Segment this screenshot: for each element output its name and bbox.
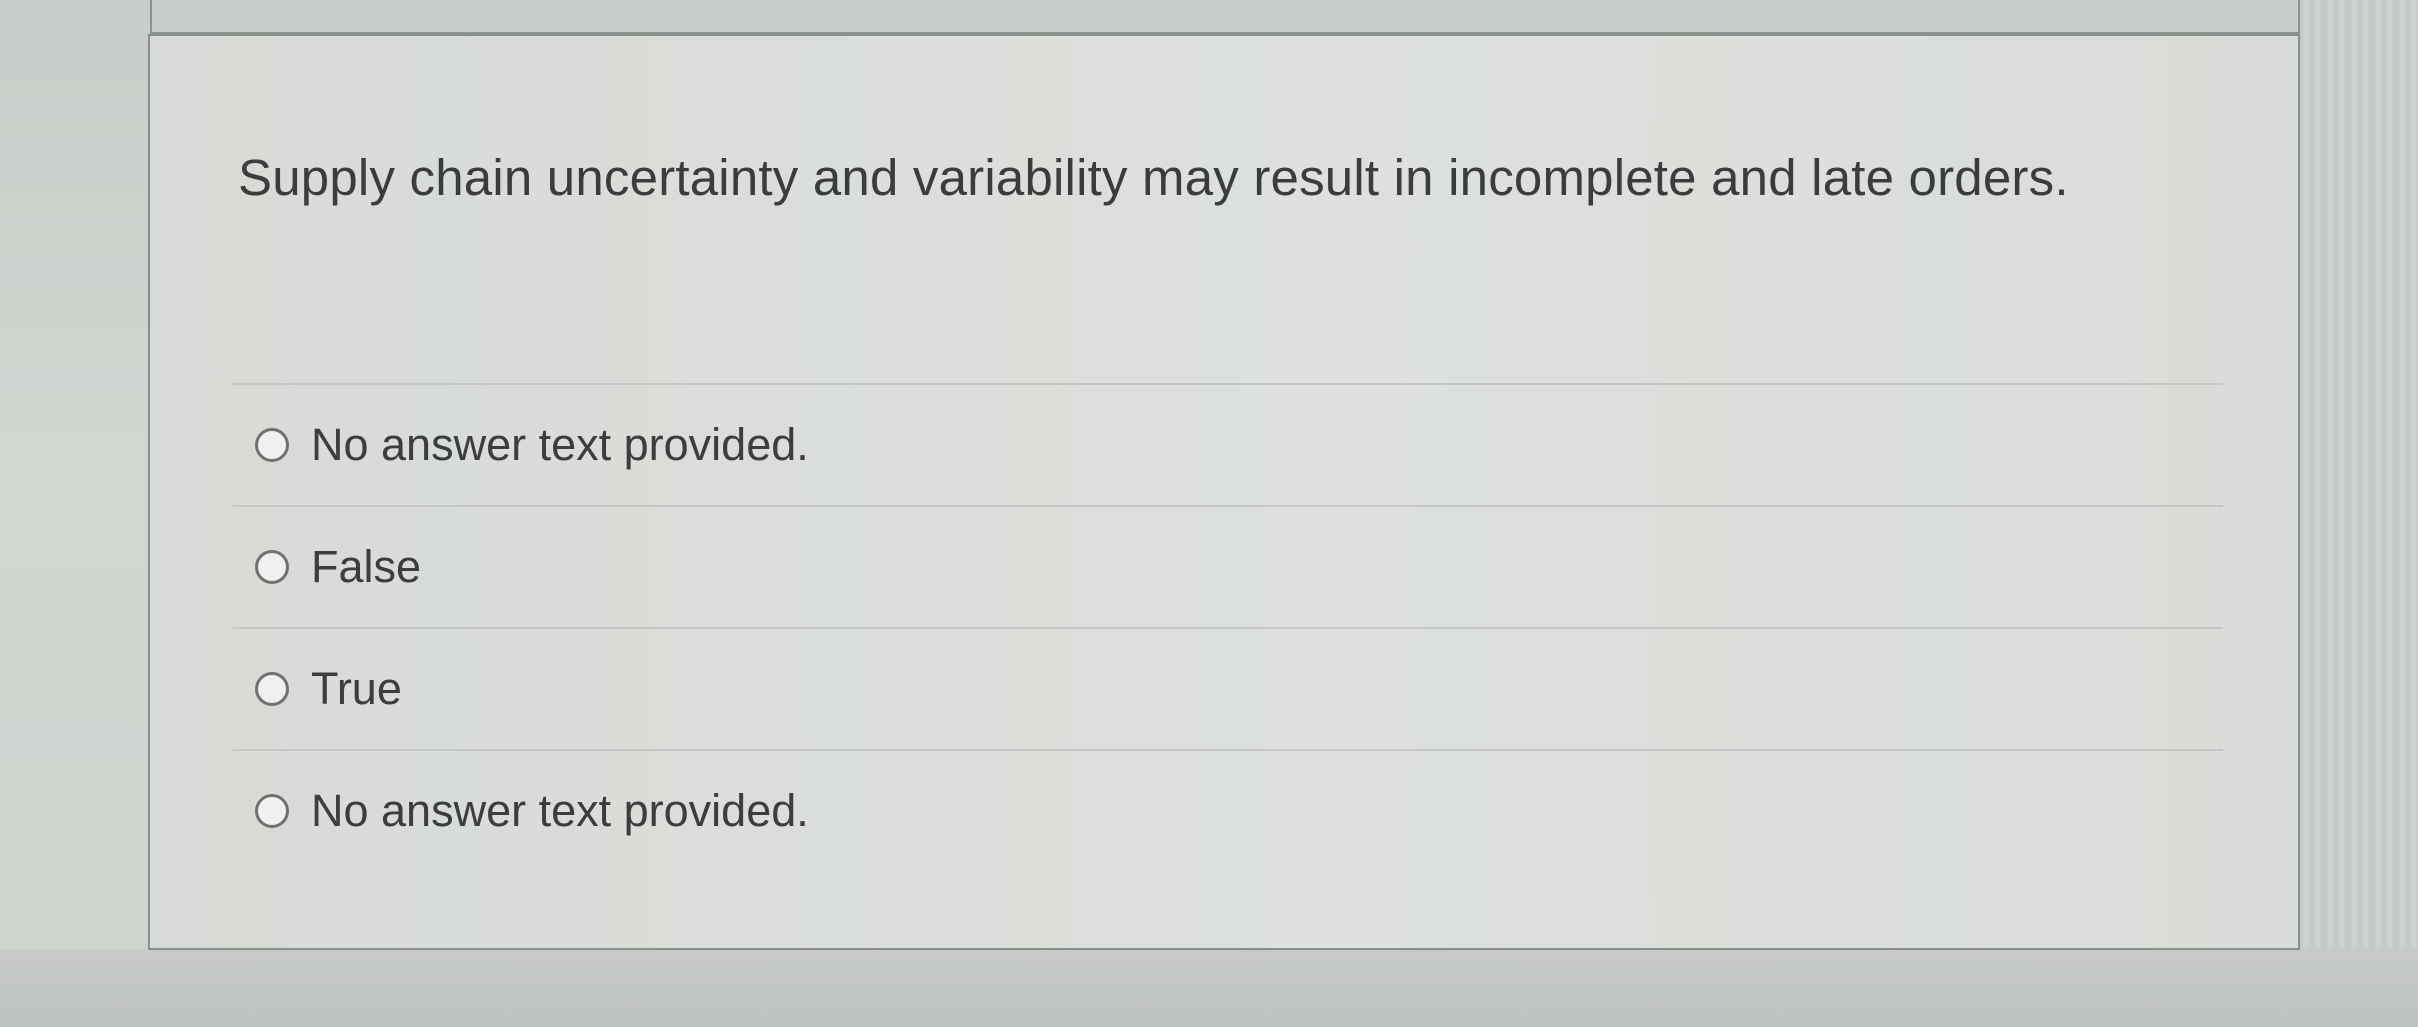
radio-button[interactable]: [255, 794, 289, 828]
answer-option-4[interactable]: No answer text provided.: [233, 749, 2223, 871]
right-background-strip: [2300, 0, 2418, 950]
bottom-background-bar: [0, 950, 2418, 1027]
radio-button[interactable]: [255, 428, 289, 462]
question-text: Supply chain uncertainty and variability…: [238, 149, 2069, 206]
answer-list: No answer text provided. False True No a…: [233, 383, 2223, 871]
answer-label: No answer text provided.: [311, 419, 809, 470]
radio-button[interactable]: [255, 672, 289, 706]
top-border-line: [150, 0, 2300, 34]
radio-button[interactable]: [255, 550, 289, 584]
answer-option-1[interactable]: No answer text provided.: [233, 383, 2223, 505]
answer-label: False: [311, 541, 422, 592]
answer-option-2[interactable]: False: [233, 505, 2223, 627]
answer-label: No answer text provided.: [311, 785, 809, 836]
answer-option-3[interactable]: True: [233, 627, 2223, 749]
answer-label: True: [311, 663, 402, 714]
